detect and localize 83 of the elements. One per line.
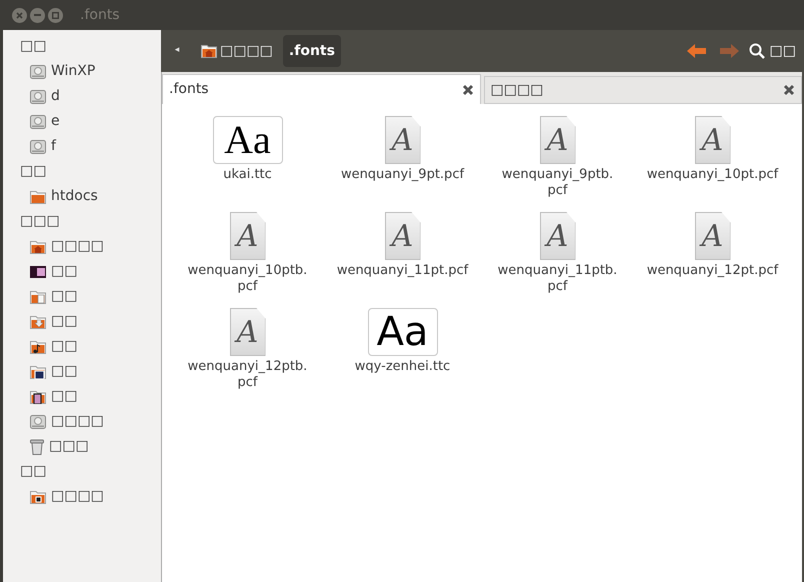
file-name: wenquanyi_10ptb. pcf (188, 263, 308, 295)
maximize-icon (52, 12, 59, 18)
drive-icon (30, 140, 46, 154)
file-item[interactable]: A wenquanyi_10ptb. pcf (170, 210, 325, 298)
folder-icon (30, 490, 46, 504)
font-preview-icon: Aa (368, 308, 438, 356)
tab[interactable]: □□□□ (484, 76, 802, 104)
trash-icon (30, 438, 44, 454)
search-button[interactable]: □□ (748, 40, 796, 62)
font-file-icon: A (230, 308, 266, 356)
font-file-icon: A (540, 116, 576, 164)
drive-icon (30, 114, 46, 128)
sidebar-item[interactable]: □□□ (3, 434, 161, 459)
file-item[interactable]: A wenquanyi_12pt.pcf (635, 210, 790, 298)
close-icon (783, 84, 795, 96)
drive-icon (30, 64, 46, 78)
file-item[interactable]: A wenquanyi_10pt.pcf (635, 114, 790, 202)
folder-icon (30, 364, 46, 378)
drive-icon (30, 90, 46, 104)
file-name: wenquanyi_12pt.pcf (646, 263, 778, 279)
sidebar-item[interactable]: f (3, 134, 161, 159)
path-back-button[interactable]: ◂ (169, 44, 185, 58)
file-item[interactable]: Aa ukai.ttc (170, 114, 325, 202)
sidebar-heading: □□ (19, 37, 48, 56)
sidebar-item[interactable]: □□□□ (3, 409, 161, 434)
font-file-icon: A (384, 116, 420, 164)
folder-icon (30, 390, 46, 404)
file-item[interactable]: A wenquanyi_12ptb. pcf (170, 306, 325, 394)
sidebar-item[interactable]: □□ (3, 259, 161, 284)
sidebar-heading: □□□ (19, 212, 61, 231)
file-name: wqy-zenhei.ttc (354, 359, 450, 375)
folder-icon (30, 290, 46, 304)
sidebar-item[interactable]: □□ (3, 284, 161, 309)
close-button[interactable] (12, 8, 27, 22)
file-item[interactable]: Aa wqy-zenhei.ttc (325, 306, 480, 394)
sidebar-item[interactable]: □□□□ (3, 484, 161, 509)
file-name: wenquanyi_11ptb. pcf (498, 263, 618, 295)
folder-icon (201, 44, 217, 58)
font-file-icon: A (384, 212, 420, 260)
sidebar-item[interactable]: e (3, 109, 161, 134)
sidebar-item[interactable]: □□ (3, 359, 161, 384)
file-name: wenquanyi_10pt.pcf (646, 167, 778, 183)
path-button[interactable]: □□□□ (195, 35, 279, 67)
file-name: ukai.ttc (223, 167, 272, 183)
sidebar-item[interactable]: WinXP (3, 59, 161, 84)
font-file-icon: A (694, 116, 730, 164)
left-arrow-icon (686, 44, 707, 58)
sidebar-item[interactable]: d (3, 84, 161, 109)
font-file-icon: A (694, 212, 730, 260)
right-arrow-icon (718, 44, 739, 58)
sidebar-item[interactable]: □□ (3, 334, 161, 359)
desktop-icon (30, 266, 46, 278)
font-file-icon: A (540, 212, 576, 260)
file-name: wenquanyi_12ptb. pcf (188, 359, 308, 391)
file-name: wenquanyi_11pt.pcf (336, 263, 468, 279)
folder-icon (30, 240, 46, 254)
drive-icon (30, 414, 46, 428)
sidebar-item[interactable]: □□ (3, 384, 161, 409)
sidebar-item[interactable]: □□□□ (3, 234, 161, 259)
maximize-button[interactable] (48, 8, 63, 22)
minimize-button[interactable] (30, 8, 45, 22)
folder-icon (30, 190, 46, 204)
tab[interactable]: .fonts (162, 74, 480, 104)
font-file-icon: A (230, 212, 266, 260)
file-name: wenquanyi_9pt.pcf (340, 167, 464, 183)
sidebar-item[interactable]: htdocs (3, 184, 161, 209)
file-item[interactable]: A wenquanyi_11pt.pcf (325, 210, 480, 298)
font-preview-icon: Aa (212, 116, 282, 164)
file-name: wenquanyi_9ptb. pcf (502, 167, 614, 199)
close-icon (462, 84, 474, 96)
file-item[interactable]: A wenquanyi_9pt.pcf (325, 114, 480, 202)
path-button[interactable]: .fonts (282, 35, 341, 67)
folder-icon (30, 340, 46, 354)
window-title: .fonts (80, 6, 120, 24)
folder-icon (30, 314, 46, 328)
close-icon (16, 12, 23, 18)
sidebar-heading: □□ (19, 162, 48, 181)
file-item[interactable]: A wenquanyi_11ptb. pcf (480, 210, 635, 298)
sidebar-heading: □□ (19, 462, 48, 481)
file-item[interactable]: A wenquanyi_9ptb. pcf (480, 114, 635, 202)
sidebar-item[interactable]: □□ (3, 309, 161, 334)
minimize-icon (34, 14, 41, 16)
search-icon (748, 43, 765, 59)
